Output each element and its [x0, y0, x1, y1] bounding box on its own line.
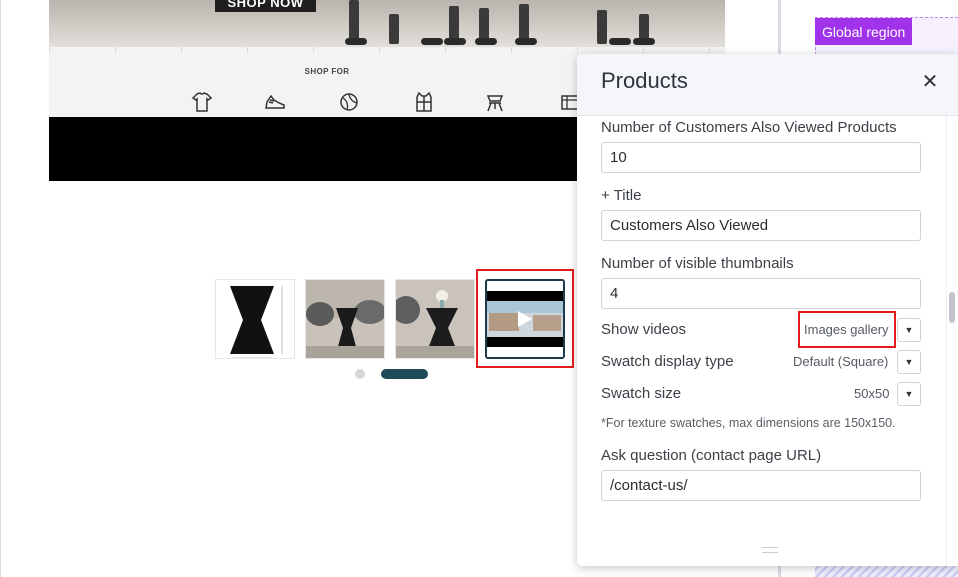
- shop-now-button[interactable]: SHOP NOW: [215, 0, 316, 12]
- swatch-display-type-dropdown-icon[interactable]: ▼: [897, 350, 921, 374]
- hero-figure: [345, 38, 367, 45]
- visible-thumbnails-input[interactable]: [601, 278, 921, 309]
- ball-icon[interactable]: [338, 91, 360, 113]
- also-viewed-count-label: Number of Customers Also Viewed Products: [601, 119, 897, 136]
- panel-resize-handle[interactable]: [762, 547, 778, 553]
- show-videos-label: Show videos: [601, 321, 687, 338]
- visible-thumbnails-label: Number of visible thumbnails: [601, 255, 794, 272]
- chair-icon[interactable]: [484, 91, 506, 113]
- swatch-display-type-select[interactable]: Default (Square): [793, 354, 888, 369]
- global-region-badge[interactable]: Global region: [815, 18, 913, 45]
- hero-figure: [389, 14, 399, 44]
- page-canvas: SHOP NOW SHOP FOR Global region Products…: [0, 0, 958, 577]
- ask-question-label: Ask question (contact page URL): [601, 447, 822, 464]
- hero-figure: [609, 38, 631, 45]
- shoe-icon[interactable]: [264, 91, 286, 113]
- hero-figure: [444, 38, 466, 45]
- panel-title: Products: [601, 68, 688, 93]
- lifestyle-photo-image: [396, 280, 474, 358]
- side-table-dimension-image: [230, 286, 283, 358]
- carousel-dot-active[interactable]: [381, 369, 428, 379]
- product-thumbnail-2[interactable]: [305, 279, 385, 359]
- shop-for-label: SHOP FOR: [304, 67, 350, 76]
- lifestyle-photo-image: [306, 280, 384, 358]
- ask-question-input[interactable]: [601, 470, 921, 501]
- product-thumbnail-3[interactable]: [395, 279, 475, 359]
- product-thumbnail-1[interactable]: [215, 279, 295, 359]
- hero-figure: [421, 38, 443, 45]
- swatch-size-dropdown-icon[interactable]: ▼: [897, 382, 921, 406]
- close-icon[interactable]: ✕: [919, 70, 941, 93]
- panel-scrollbar[interactable]: [946, 116, 958, 566]
- show-videos-dropdown-icon[interactable]: ▼: [897, 318, 921, 342]
- texture-swatch-note: *For texture swatches, max dimensions ar…: [601, 416, 896, 430]
- hero-figure: [475, 38, 497, 45]
- also-viewed-count-input[interactable]: [601, 142, 921, 173]
- vest-icon[interactable]: [413, 91, 435, 113]
- products-settings-panel: Products ✕ Number of Customers Also View…: [577, 54, 958, 566]
- title-label: + Title: [601, 187, 642, 204]
- hero-figure: [597, 10, 607, 44]
- swatch-display-type-label: Swatch display type: [601, 353, 734, 370]
- video-thumbnail-highlight: [476, 269, 574, 368]
- left-border: [0, 0, 1, 577]
- hero-figure: [633, 38, 655, 45]
- hero-banner: [49, 0, 725, 47]
- carousel-dot[interactable]: [355, 369, 365, 379]
- show-videos-highlight: [798, 311, 896, 348]
- hero-figure: [515, 38, 537, 45]
- title-input[interactable]: [601, 210, 921, 241]
- shirt-icon[interactable]: [191, 91, 213, 113]
- swatch-size-select[interactable]: 50x50: [854, 386, 889, 401]
- panel-scrollbar-thumb[interactable]: [949, 292, 955, 323]
- swatch-size-label: Swatch size: [601, 385, 682, 402]
- panel-header: Products ✕: [577, 54, 958, 116]
